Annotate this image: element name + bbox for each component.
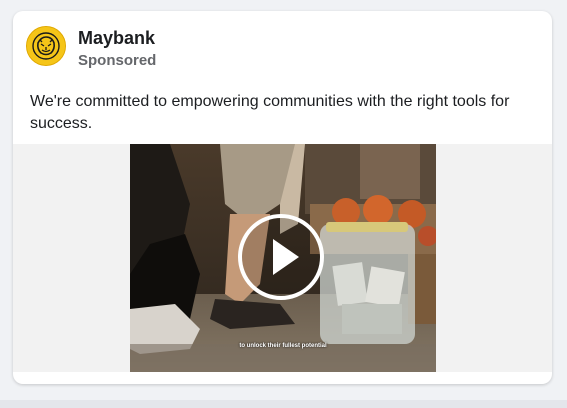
post-text: We're committed to empowering communitie… bbox=[30, 93, 510, 132]
feed-page: Maybank Sponsored We're committed to emp… bbox=[0, 0, 567, 408]
advertiser-name[interactable]: Maybank bbox=[78, 27, 155, 49]
play-icon bbox=[273, 239, 299, 275]
feed-divider bbox=[0, 400, 567, 408]
media-container: to unlock their fullest potential bbox=[13, 144, 552, 372]
post-header: Maybank Sponsored bbox=[13, 11, 552, 81]
sponsored-label[interactable]: Sponsored bbox=[78, 52, 156, 70]
video-player[interactable]: to unlock their fullest potential bbox=[130, 144, 436, 372]
sponsored-post-card: Maybank Sponsored We're committed to emp… bbox=[13, 11, 552, 384]
tiger-logo-icon[interactable] bbox=[26, 26, 66, 66]
play-button[interactable] bbox=[238, 214, 324, 300]
video-subtitle: to unlock their fullest potential bbox=[239, 343, 327, 349]
